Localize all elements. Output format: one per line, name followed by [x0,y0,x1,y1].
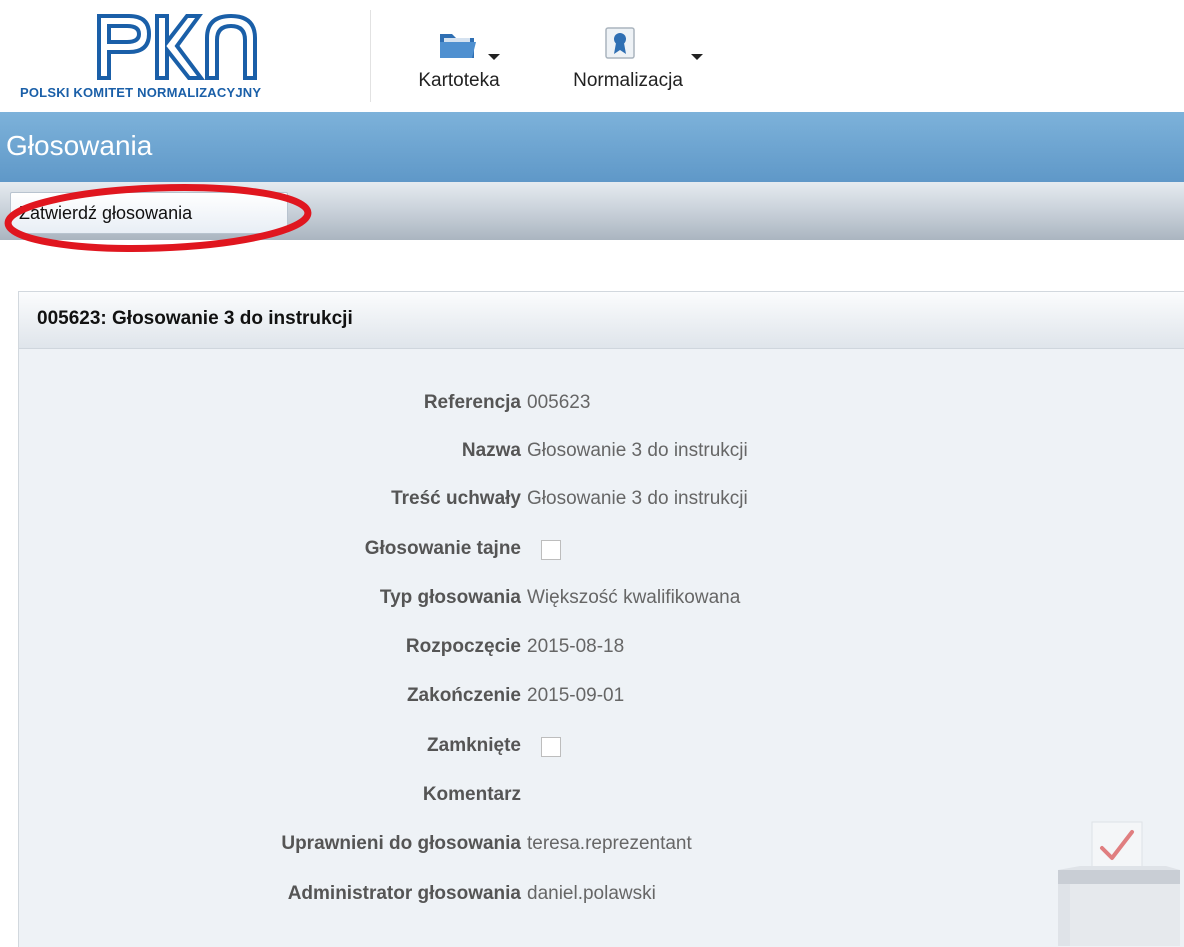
field-label: Referencja [423,392,521,413]
field-label: Typ głosowania [379,587,521,608]
field-value: teresa.reprezentant [527,833,692,854]
field-label: Komentarz [422,784,521,805]
certificate-icon [605,27,635,59]
toolbar: Zatwierdź głosowania [0,182,1184,240]
menu-kartoteka[interactable]: Kartoteka [404,24,514,92]
field-row: Uprawnieni do głosowania teresa.reprezen… [19,825,1184,865]
field-row: Nazwa Głosowanie 3 do instrukcji [19,432,1184,472]
panel-header: 005623: Głosowanie 3 do instrukcji [19,292,1184,349]
field-label: Rozpoczęcie [405,636,521,657]
logo-text: POLSKI KOMITET NORMALIZACYJNY [20,85,262,100]
pkn-logo-mark [97,13,257,80]
vote-details-panel: 005623: Głosowanie 3 do instrukcji Refer… [18,291,1184,947]
field-label: Administrator głosowania [287,883,521,904]
field-row: Rozpoczęcie 2015-08-18 [19,628,1184,668]
panel-title: 005623: Głosowanie 3 do instrukcji [37,308,353,329]
field-value: daniel.polawski [527,883,656,904]
menu-normalizacja[interactable]: Normalizacja [553,24,703,92]
chevron-down-icon [691,54,703,60]
field-row: Zamknięte [19,727,1184,767]
field-label: Uprawnieni do głosowania [281,833,521,854]
field-row: Zakończenie 2015-09-01 [19,677,1184,717]
header-divider [370,10,371,102]
field-value: 2015-08-18 [527,636,625,657]
closed-checkbox[interactable] [541,737,561,757]
field-row: Administrator głosowania daniel.polawski [19,875,1184,915]
field-label: Zakończenie [406,685,521,706]
approve-votes-button[interactable]: Zatwierdź głosowania [10,192,288,234]
menu-kartoteka-label: Kartoteka [418,70,500,91]
pkn-logo[interactable]: POLSKI KOMITET NORMALIZACYJNY [20,12,345,106]
field-value: 2015-09-01 [527,685,625,706]
title-bar: Głosowania [0,112,1184,182]
field-value: Głosowanie 3 do instrukcji [527,488,748,509]
field-value: 005623 [527,392,591,413]
field-row: Głosowanie tajne [19,530,1184,570]
menu-normalizacja-label: Normalizacja [573,70,683,91]
chevron-down-icon [488,54,500,60]
field-value: Głosowanie 3 do instrukcji [527,440,748,461]
ballot-box-icon [1058,821,1180,946]
field-label: Zamknięte [427,735,521,756]
secret-vote-checkbox[interactable] [541,540,561,560]
page-title: Głosowania [6,130,153,161]
field-label: Treść uchwały [391,488,521,509]
folder-icon [440,34,476,58]
field-value: Większość kwalifikowana [527,587,741,608]
field-label: Głosowanie tajne [364,538,521,559]
top-bar: POLSKI KOMITET NORMALIZACYJNY Kartoteka … [0,0,1184,112]
field-label: Nazwa [461,440,521,461]
field-row: Komentarz [19,776,1184,816]
field-row: Typ głosowania Większość kwalifikowana [19,579,1184,619]
field-row: Referencja 005623 [19,384,1184,424]
field-row: Treść uchwały Głosowanie 3 do instrukcji [19,480,1184,520]
